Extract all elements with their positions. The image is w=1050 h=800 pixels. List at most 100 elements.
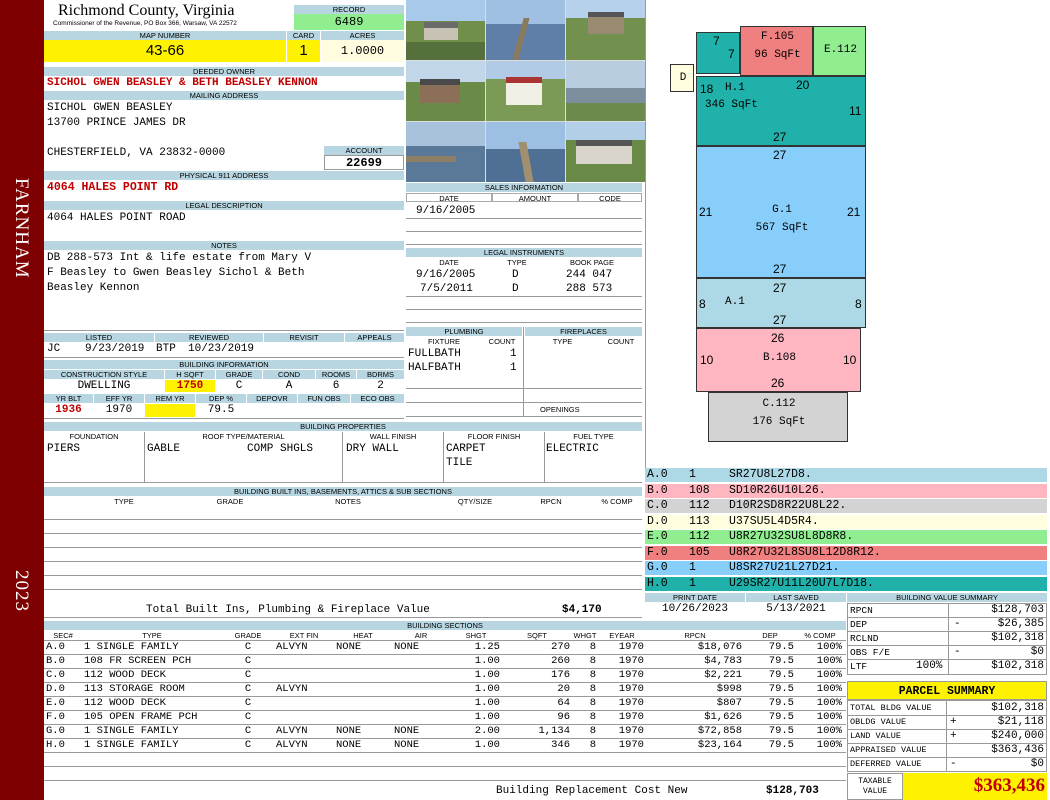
section-cell: 20 (557, 683, 570, 695)
obldg-sign: + (950, 716, 957, 728)
legend-code: 1 (689, 561, 696, 574)
dim-h20: 20 (796, 78, 810, 92)
construction-style-header: CONSTRUCTION STYLE (44, 370, 164, 379)
land-label: LAND VALUE (850, 731, 902, 741)
fixture-2: HALFBATH (408, 362, 461, 374)
section-cell: 105 OPEN FRAME PCH (84, 711, 198, 723)
legend-row: C.0 112 D10R2SD8R22U8L22. (645, 499, 1047, 513)
bi-type-header: TYPE (44, 497, 204, 506)
section-cell: 96 (557, 711, 570, 723)
legend-row: H.0 1 U29SR27U11L20U7L7D18. (645, 576, 1047, 591)
card-number: 1 (287, 40, 320, 62)
section-cell: $807 (716, 697, 742, 709)
roof-header: ROOF TYPE/MATERIAL (145, 432, 342, 441)
mailing-address-label: MAILING ADDRESS (44, 91, 404, 100)
listed-label: LISTED (44, 333, 154, 342)
year-label: 2023 (11, 570, 32, 612)
reviewed-by: BTP (156, 343, 176, 355)
wall-finish-header: WALL FINISH (343, 432, 443, 441)
rooms-value: 6 (332, 380, 340, 392)
section-cell: 79.5 (768, 711, 794, 723)
legend-sec: F.0 (647, 545, 668, 559)
reviewed-label: REVIEWED (155, 333, 263, 342)
section-cell: 8 (589, 711, 596, 723)
physical-address: 4064 HALES POINT RD (47, 181, 179, 194)
parcel-summary-title: PARCEL SUMMARY (847, 681, 1047, 700)
dep-summary-label: DEP (850, 619, 868, 630)
taxable-value: $363,436 (903, 773, 1047, 800)
account-label: ACCOUNT (324, 146, 404, 155)
section-cell: 79.5 (768, 697, 794, 709)
ltf-percent: 100% (916, 660, 943, 672)
section-cell: 2.00 (474, 725, 500, 737)
year-built: 1936 (55, 404, 82, 416)
section-cell: NONE (336, 641, 362, 653)
section-cell: 79.5 (768, 655, 794, 667)
mailing-line-1: SICHOL GWEN BEASLEY (47, 102, 173, 114)
building-info-label: BUILDING INFORMATION (44, 360, 404, 369)
section-cell: 270 (551, 641, 570, 653)
account-number: 22699 (324, 155, 404, 170)
legend-code: 108 (689, 483, 710, 497)
bdrms-value: 2 (377, 380, 384, 392)
obsfe-label: OBS F/E (850, 647, 890, 658)
mailing-line-2: 13700 PRINCE JAMES DR (47, 117, 186, 129)
building-sections-table: SEC# TYPE GRADE EXT FIN HEAT AIR SHGT SQFT WHGT E… (44, 631, 846, 791)
ltf-value: $102,318 (991, 660, 1044, 672)
section-header: EXT FIN (274, 631, 334, 640)
section-cell: $72,858 (697, 725, 742, 737)
section-cell: 112 WOOD DECK (84, 697, 166, 709)
bi-qty-header: QTY/SIZE (440, 497, 510, 506)
legend-code: 105 (689, 545, 710, 559)
section-cell: 79.5 (768, 725, 794, 737)
shed-photo (486, 61, 565, 121)
sketch-shape-e: E.112 (813, 26, 866, 76)
pier-photo (486, 0, 565, 60)
hsqft-value: 1750 (165, 380, 215, 392)
legend-sec: D.0 (647, 514, 668, 528)
plumbing-count-header: COUNT (482, 337, 522, 346)
section-cell: 1.00 (474, 669, 500, 681)
legend-path: SR27U8L27D8. (729, 468, 812, 481)
fuel-type-value: ELECTRIC (546, 443, 599, 455)
section-header: EYEAR (598, 631, 646, 640)
card-label: CARD (287, 31, 320, 40)
remyr-value (145, 404, 195, 417)
section-cell: 8 (589, 641, 596, 653)
rooms-header: ROOMS (316, 370, 356, 379)
appraised-label: APPRAISED VALUE (850, 745, 927, 755)
revisit-label: REVISIT (264, 333, 344, 342)
legend-sec: E.0 (647, 530, 668, 543)
section-header: DEP (744, 631, 796, 640)
taxable-label-2: VALUE (862, 787, 887, 796)
sketch-c-area: 176 SqFt (752, 416, 806, 428)
legend-row: E.0 112 U8R27U32SU8L8D8R8. (645, 530, 1047, 544)
obldg-value: $21,118 (997, 716, 1044, 728)
land-value: $240,000 (991, 730, 1044, 742)
li-book-2: 288 573 (566, 283, 613, 295)
section-cell: H.0 (46, 739, 65, 751)
last-saved: 5/13/2021 (766, 603, 826, 615)
section-cell: 1.25 (474, 641, 500, 653)
rclnd-value: $102,318 (991, 632, 1044, 644)
sketch-f-label: F.105 (760, 31, 794, 43)
record-number: 6489 (294, 14, 404, 30)
sales-code-header: CODE (578, 193, 642, 202)
replacement-cost-label: Building Replacement Cost New (496, 785, 688, 797)
map-number: 43-66 (44, 40, 286, 62)
fireplace-type-header: TYPE (525, 337, 600, 346)
openings-label: OPENINGS (540, 405, 580, 414)
shoreline-photo (566, 61, 645, 121)
dep-summary-value: $26,385 (997, 618, 1044, 630)
hsqft-header: H SQFT (165, 370, 215, 379)
foundation-header: FOUNDATION (44, 432, 144, 441)
section-cell: 346 (551, 739, 570, 751)
sales-amount-header: AMOUNT (492, 193, 578, 202)
foundation-value: PIERS (47, 443, 81, 455)
floor-finish-2: TILE (446, 457, 473, 469)
li-date-header: DATE (406, 258, 492, 267)
dim-g27a: 27 (773, 148, 787, 162)
legend-path: U8R27U32SU8L8D8R8. (729, 530, 854, 543)
photo-grid (406, 0, 645, 182)
legend-code: 113 (689, 514, 710, 528)
